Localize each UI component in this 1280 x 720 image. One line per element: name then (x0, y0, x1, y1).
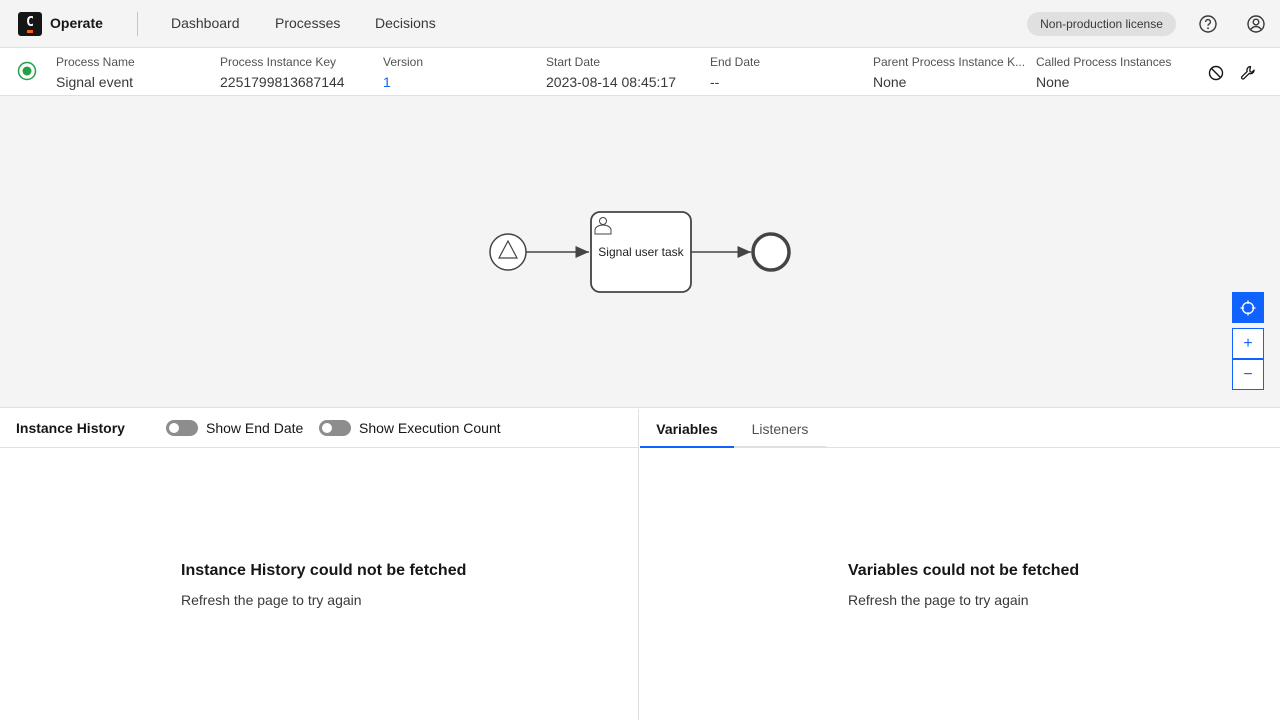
field-value: None (873, 74, 907, 90)
show-execution-count-label[interactable]: Show Execution Count (359, 420, 501, 436)
field-process-name: Process Name Signal event (56, 54, 216, 91)
field-instance-key: Process Instance Key 2251799813687144 (220, 54, 380, 91)
field-label: Called Process Instances (1036, 55, 1172, 69)
instance-history-error-message: Refresh the page to try again (181, 592, 362, 608)
nav-decisions[interactable]: Decisions (375, 15, 436, 31)
bpmn-diagram-canvas[interactable]: Signal user task + − (0, 96, 1280, 408)
instance-header: Process Name Signal event Process Instan… (0, 48, 1280, 96)
tab-listeners[interactable]: Listeners (734, 409, 826, 448)
field-value: -- (710, 74, 720, 90)
wrench-icon (1240, 65, 1255, 80)
toggle-knob (169, 423, 179, 433)
end-event[interactable] (751, 232, 791, 272)
start-signal-event[interactable] (489, 233, 527, 271)
show-execution-count-toggle[interactable] (319, 420, 351, 436)
show-end-date-label[interactable]: Show End Date (206, 420, 303, 436)
field-value: 2251799813687144 (220, 74, 345, 90)
instance-history-panel: Instance History Show End Date Show Exec… (0, 409, 639, 720)
task-label: Signal user task (598, 245, 684, 259)
version-link[interactable]: 1 (383, 73, 543, 91)
modify-instance-button[interactable] (1239, 64, 1257, 82)
variables-panel: Variables Listeners Variables could not … (640, 409, 1280, 720)
logo-dot (27, 30, 33, 33)
field-called-instances: Called Process Instances None (1036, 54, 1186, 91)
cancel-icon (1208, 65, 1224, 81)
field-parent-instance: Parent Process Instance K... None (873, 54, 1031, 91)
field-end-date: End Date -- (710, 54, 870, 91)
field-value: Signal event (56, 74, 134, 90)
user-icon[interactable] (1246, 14, 1266, 34)
top-navigation-bar: C Operate Dashboard Processes Decisions … (0, 0, 1280, 48)
user-task[interactable]: Signal user task (590, 211, 692, 293)
variables-tabs-bar: Variables Listeners (640, 409, 1280, 448)
reset-view-button[interactable] (1232, 292, 1264, 323)
toggle-knob (322, 423, 332, 433)
app-name[interactable]: Operate (50, 15, 103, 31)
logo-letter: C (26, 15, 34, 30)
cancel-instance-button[interactable] (1207, 64, 1225, 82)
field-label: Version (383, 55, 424, 69)
variables-error-message: Refresh the page to try again (848, 592, 1029, 608)
field-label: End Date (710, 55, 761, 69)
field-start-date: Start Date 2023-08-14 08:45:17 (546, 54, 706, 91)
field-label: Process Name (56, 55, 135, 69)
reset-view-icon (1240, 300, 1256, 315)
bpmn-diagram: Signal user task (489, 211, 791, 293)
field-label: Process Instance Key (220, 55, 337, 69)
field-value: None (1036, 74, 1070, 90)
tab-variables[interactable]: Variables (640, 409, 734, 448)
show-end-date-toggle[interactable] (166, 420, 198, 436)
instance-history-header: Instance History Show End Date Show Exec… (0, 409, 638, 448)
instance-history-title: Instance History (16, 420, 125, 436)
zoom-in-button[interactable]: + (1232, 328, 1264, 359)
nav-processes[interactable]: Processes (275, 15, 340, 31)
help-icon[interactable] (1198, 14, 1218, 34)
instance-history-error-title: Instance History could not be fetched (181, 562, 467, 579)
nav-divider (137, 12, 138, 36)
variables-error-title: Variables could not be fetched (848, 562, 1080, 579)
active-status-icon (17, 61, 37, 81)
field-value: 2023-08-14 08:45:17 (546, 74, 676, 90)
field-label: Start Date (546, 55, 601, 69)
camunda-logo[interactable]: C (18, 12, 42, 36)
zoom-out-button[interactable]: − (1232, 359, 1264, 390)
license-tag[interactable]: Non-production license (1027, 12, 1176, 36)
field-version: Version 1 (383, 54, 543, 91)
nav-dashboard[interactable]: Dashboard (171, 15, 240, 31)
field-label: Parent Process Instance K... (873, 55, 1026, 69)
